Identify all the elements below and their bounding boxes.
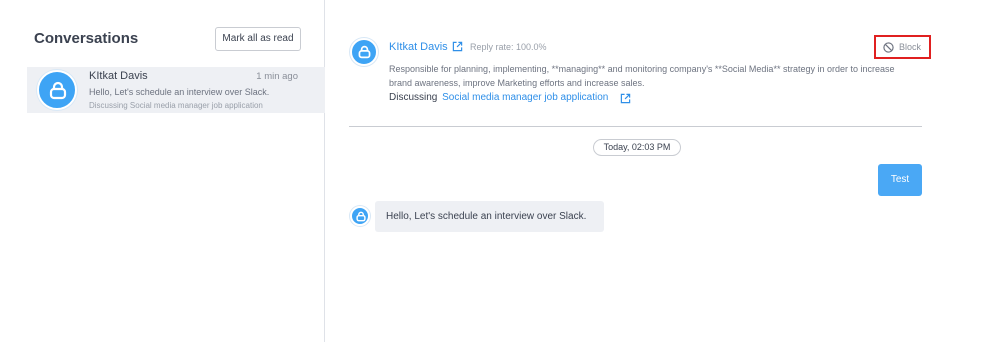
job-application-link[interactable]: Social media manager job application [442, 92, 608, 103]
external-link-icon[interactable] [620, 93, 631, 104]
user-icon [358, 45, 371, 59]
block-label: Block [899, 42, 922, 52]
discussing-label: Discussing [389, 92, 438, 103]
received-message: Hello, Let's schedule an interview over … [375, 201, 604, 232]
avatar [37, 70, 77, 110]
user-icon [49, 81, 67, 100]
contact-description: Responsible for planning, implementing, … [389, 64, 895, 88]
sidebar-title: Conversations [34, 30, 139, 47]
message-avatar [350, 206, 370, 226]
block-icon [883, 42, 894, 53]
conversation-item[interactable]: KItkat Davis 1 min ago Hello, Let's sche… [27, 67, 325, 113]
conversation-preview: Hello, Let's schedule an interview over … [89, 87, 270, 97]
conversation-subtitle: Discussing Social media manager job appl… [89, 101, 263, 110]
sent-message: Test [878, 164, 922, 196]
contact-avatar [350, 38, 378, 66]
block-button[interactable]: Block [874, 35, 931, 59]
conversation-sidebar: Conversations Mark all as read KItkat Da… [0, 0, 325, 342]
discussing-line: Discussing Social media manager job appl… [389, 92, 608, 103]
conversation-name: KItkat Davis [89, 70, 148, 82]
header-divider [349, 126, 922, 127]
user-icon [356, 211, 366, 222]
external-link-icon[interactable] [452, 41, 463, 52]
mark-all-read-button[interactable]: Mark all as read [215, 27, 301, 51]
contact-name-link[interactable]: KItkat Davis [389, 41, 448, 53]
reply-rate: Reply rate: 100.0% [470, 42, 547, 52]
date-separator: Today, 02:03 PM [593, 139, 681, 156]
conversation-time: 1 min ago [256, 71, 298, 82]
